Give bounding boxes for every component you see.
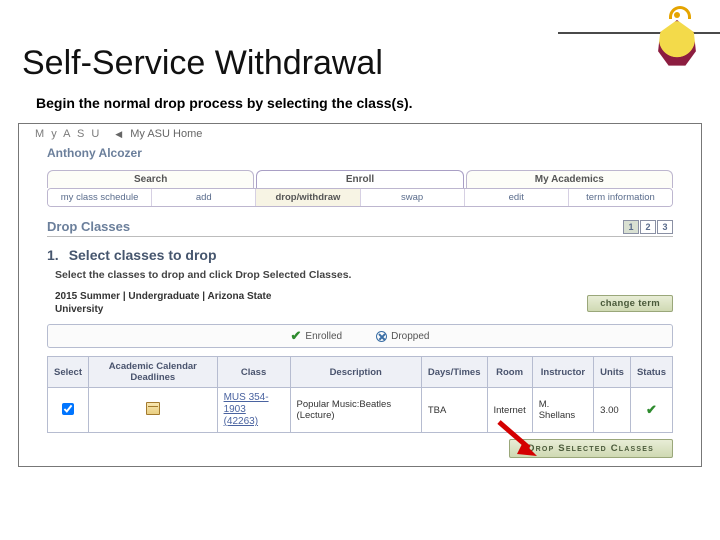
step-1: 1 (623, 220, 639, 234)
tab-term-information[interactable]: term information (569, 189, 672, 206)
cell-room: Internet (487, 388, 532, 433)
col-room: Room (487, 357, 532, 388)
action-row: Drop Selected Classes (47, 439, 673, 458)
row-select-checkbox[interactable] (62, 403, 74, 415)
user-name: Anthony Alcozer (19, 144, 701, 168)
caret-left-icon: ◀ (115, 129, 124, 140)
col-class: Class (217, 357, 290, 388)
change-term-button[interactable]: change term (587, 295, 673, 312)
tab-swap[interactable]: swap (361, 189, 465, 206)
calendar-icon[interactable] (146, 402, 160, 415)
legend-enrolled-label: Enrolled (305, 331, 342, 342)
step-title: Select classes to drop (69, 247, 217, 263)
tab-my-academics[interactable]: My Academics (466, 170, 673, 188)
cell-description: Popular Music:Beatles (Lecture) (290, 388, 421, 433)
wifi-icon (664, 0, 690, 20)
step-number: 1. (47, 247, 59, 263)
class-number-link[interactable]: (42263) (224, 416, 258, 427)
tab-drop-withdraw[interactable]: drop/withdraw (256, 189, 360, 206)
cell-units: 3.00 (594, 388, 631, 433)
term-label: 2015 Summer | Undergraduate | Arizona St… (55, 291, 315, 316)
cell-days-times: TBA (421, 388, 487, 433)
cell-instructor: M. Shellans (532, 388, 593, 433)
table-row: MUS 354-1903 (42263) Popular Music:Beatl… (48, 388, 673, 433)
drop-selected-classes-button[interactable]: Drop Selected Classes (509, 439, 673, 458)
table-header-row: Select Academic Calendar Deadlines Class… (48, 357, 673, 388)
step-title-row: 1. Select classes to drop (47, 247, 673, 263)
top-strip: M y A S U ◀ My ASU Home (19, 124, 701, 144)
col-instructor: Instructor (532, 357, 593, 388)
step-indicator: 1 2 3 (623, 220, 673, 234)
legend-dropped: Dropped (376, 328, 429, 344)
tab-my-class-schedule[interactable]: my class schedule (48, 189, 152, 206)
check-icon: ✔ (291, 328, 302, 344)
tab-edit[interactable]: edit (465, 189, 569, 206)
section-heading: Drop Classes (47, 219, 130, 234)
step-3: 3 (657, 220, 673, 234)
asu-devil-wifi-logo (648, 2, 706, 72)
step-sub-instruction: Select the classes to drop and click Dro… (55, 269, 673, 281)
slide-title: Self-Service Withdrawal (22, 44, 720, 83)
class-table: Select Academic Calendar Deadlines Class… (47, 356, 673, 433)
col-units: Units (594, 357, 631, 388)
tab-add[interactable]: add (152, 189, 256, 206)
term-row: 2015 Summer | Undergraduate | Arizona St… (55, 291, 673, 316)
slide-top-bar (0, 0, 720, 34)
sparky-icon (656, 20, 698, 68)
col-status: Status (630, 357, 672, 388)
tab-search[interactable]: Search (47, 170, 254, 188)
col-description: Description (290, 357, 421, 388)
status-legend: ✔ Enrolled Dropped (47, 324, 673, 348)
col-deadlines: Academic Calendar Deadlines (89, 357, 218, 388)
legend-enrolled: ✔ Enrolled (291, 328, 343, 344)
dropped-icon (376, 331, 387, 342)
col-days-times: Days/Times (421, 357, 487, 388)
slide-instruction: Begin the normal drop process by selecti… (36, 95, 720, 111)
section-heading-row: Drop Classes 1 2 3 (47, 219, 673, 237)
step-2: 2 (640, 220, 656, 234)
col-select: Select (48, 357, 89, 388)
class-code-link[interactable]: MUS 354-1903 (224, 392, 269, 415)
secondary-tabs: my class schedule add drop/withdraw swap… (47, 188, 673, 207)
myasu-screenshot: M y A S U ◀ My ASU Home Anthony Alcozer … (18, 123, 702, 467)
legend-dropped-label: Dropped (391, 331, 429, 342)
home-link[interactable]: My ASU Home (130, 128, 202, 140)
tab-enroll[interactable]: Enroll (256, 170, 463, 188)
brand-text: M y A S U (35, 128, 101, 140)
primary-tabs: Search Enroll My Academics (47, 170, 673, 188)
status-check-icon: ✔ (646, 402, 657, 417)
